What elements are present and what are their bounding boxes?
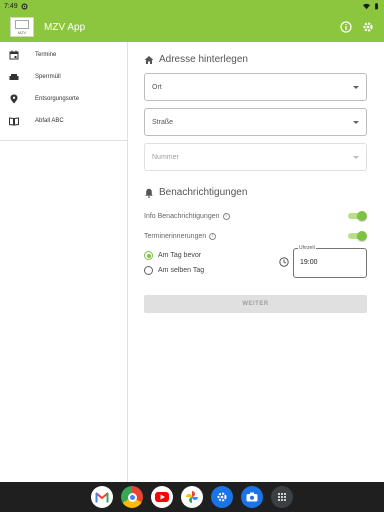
ort-select[interactable]: Ort: [144, 73, 367, 101]
reminder-radio-group: Am Tag bevor Am selben Tag: [144, 248, 279, 278]
info-icon[interactable]: [340, 21, 352, 33]
camera-icon[interactable]: [241, 486, 263, 508]
notifications-section-header: Benachrichtigungen: [144, 187, 367, 198]
sidebar-item-sperrmuell[interactable]: Sperrmüll: [0, 66, 127, 88]
ort-placeholder: Ort: [152, 83, 162, 91]
app-logo: MZV: [10, 17, 34, 37]
reminder-options: Am Tag bevor Am selben Tag Uhrzeit 19:00: [144, 245, 367, 278]
notifications-heading: Benachrichtigungen: [159, 187, 248, 198]
photos-icon[interactable]: [181, 486, 203, 508]
radio-day-before[interactable]: Am Tag bevor: [144, 248, 279, 263]
radio-button[interactable]: [144, 266, 153, 275]
sidebar-item-abfall-abc[interactable]: Abfall ABC: [0, 110, 127, 132]
logo-mark: [15, 19, 29, 29]
chrome-icon[interactable]: [121, 486, 143, 508]
app-title: MZV App: [44, 21, 86, 33]
info-notifications-row: Info Benachrichtigungen i: [144, 206, 367, 226]
calendar-icon: [9, 50, 19, 60]
nummer-select[interactable]: Nummer: [144, 143, 367, 171]
nummer-placeholder: Nummer: [152, 153, 179, 161]
radio-same-day-label: Am selben Tag: [158, 267, 205, 274]
info-notifications-toggle[interactable]: [346, 211, 367, 221]
sidebar: Termine Sperrmüll Entsorgungsorte Abfall…: [0, 42, 128, 482]
clock-icon[interactable]: [279, 257, 289, 267]
main-content: Adresse hinterlegen Ort Straße Nummer Be…: [144, 42, 367, 313]
status-bar: 7:49: [0, 0, 384, 12]
info-icon[interactable]: i: [209, 232, 217, 240]
sidebar-item-label: Sperrmüll: [35, 74, 61, 80]
reminder-label: Terminerinnerungen: [144, 232, 207, 240]
sidebar-item-termine[interactable]: Termine: [0, 44, 127, 66]
settings-notification-icon: [21, 3, 28, 9]
dropdown-arrow-icon: [353, 85, 359, 89]
info-notifications-label: Info Benachrichtigungen: [144, 212, 220, 220]
sidebar-item-label: Abfall ABC: [35, 118, 64, 124]
toggle-thumb: [357, 211, 367, 221]
sofa-icon: [9, 74, 19, 80]
reminder-toggle[interactable]: [346, 231, 367, 241]
bell-icon: [145, 188, 153, 198]
settings-icon[interactable]: [362, 21, 374, 33]
time-input-label: Uhrzeit: [298, 245, 316, 251]
info-icon[interactable]: i: [222, 212, 230, 220]
strasse-placeholder: Straße: [152, 118, 174, 126]
gmail-icon[interactable]: [91, 486, 113, 508]
toggle-thumb: [357, 231, 367, 241]
dropdown-arrow-icon: [353, 120, 359, 124]
logo-text: MZV: [17, 29, 27, 35]
app-bar: MZV MZV App: [0, 12, 384, 42]
radio-same-day[interactable]: Am selben Tag: [144, 263, 279, 278]
dropdown-arrow-icon: [353, 155, 359, 159]
location-pin-icon: [10, 94, 18, 104]
settings-app-icon[interactable]: [211, 486, 233, 508]
sidebar-divider: [0, 140, 127, 141]
radio-button-checked[interactable]: [144, 251, 153, 260]
battery-icon: [375, 2, 378, 9]
radio-day-before-label: Am Tag bevor: [158, 252, 202, 259]
time-input[interactable]: Uhrzeit 19:00: [293, 245, 367, 278]
reminder-row: Terminerinnerungen i: [144, 226, 367, 246]
address-heading: Adresse hinterlegen: [159, 54, 248, 65]
sidebar-item-entsorgungsorte[interactable]: Entsorgungsorte: [0, 88, 127, 110]
sidebar-item-label: Entsorgungsorte: [35, 96, 80, 102]
weiter-button[interactable]: WEITER: [144, 295, 367, 313]
sidebar-item-label: Termine: [35, 52, 57, 58]
time-input-value: 19:00: [300, 259, 318, 266]
youtube-icon[interactable]: [151, 486, 173, 508]
app-drawer-icon[interactable]: [271, 486, 293, 508]
taskbar: [0, 482, 384, 512]
strasse-select[interactable]: Straße: [144, 108, 367, 136]
home-icon: [144, 55, 154, 64]
book-icon: [9, 117, 19, 126]
address-section-header: Adresse hinterlegen: [144, 54, 367, 65]
status-time: 7:49: [4, 2, 18, 10]
wifi-icon: [363, 3, 370, 9]
